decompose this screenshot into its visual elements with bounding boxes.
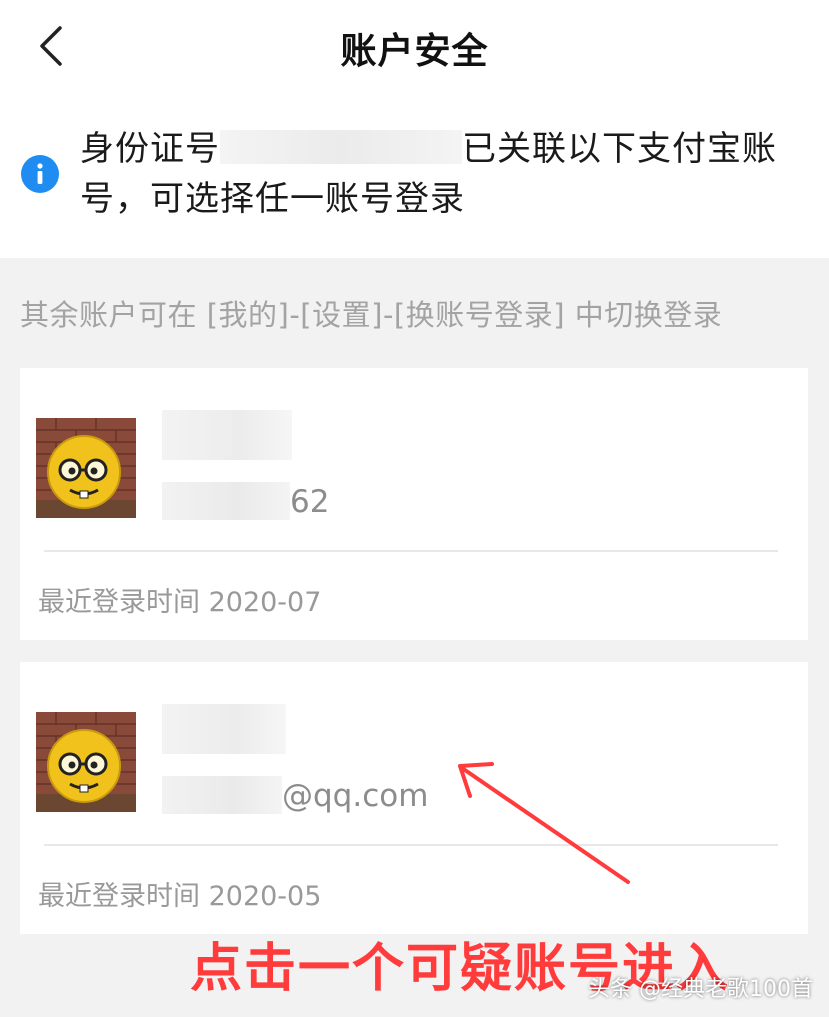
switch-account-hint: 其余账户可在 [我的]-[设置]-[换账号登录] 中切换登录 bbox=[20, 298, 723, 332]
notice-text: 身份证号 已关联以下支付宝账号，可选择任一账号登录 bbox=[80, 124, 805, 224]
account-card[interactable]: @qq.com 最近登录时间 2020-05 bbox=[20, 662, 808, 934]
redacted-account-id bbox=[162, 482, 290, 520]
account-card[interactable]: 62 最近登录时间 2020-07 bbox=[20, 368, 808, 640]
card-divider bbox=[44, 550, 778, 552]
arrow-annotation-icon bbox=[458, 762, 630, 884]
header-bar: 账户安全 bbox=[0, 0, 829, 100]
watermark: 头条 @经典老歌100首 bbox=[588, 977, 813, 1002]
redacted-account-name bbox=[162, 410, 292, 460]
redacted-id-number bbox=[220, 130, 462, 164]
card-divider bbox=[44, 844, 778, 846]
notice-banner: 身份证号 已关联以下支付宝账号，可选择任一账号登录 bbox=[0, 100, 829, 258]
avatar bbox=[36, 418, 136, 518]
last-login-time: 最近登录时间 2020-05 bbox=[38, 881, 322, 912]
redacted-account-id bbox=[162, 776, 282, 814]
page-title: 账户安全 bbox=[340, 31, 489, 72]
account-id: 62 bbox=[162, 480, 329, 524]
notice-prefix: 身份证号 bbox=[80, 129, 220, 169]
redacted-account-name bbox=[162, 704, 286, 754]
account-id-visible: @qq.com bbox=[282, 778, 429, 814]
avatar bbox=[36, 712, 136, 812]
account-id: @qq.com bbox=[162, 774, 428, 818]
info-icon bbox=[21, 155, 59, 193]
account-id-visible: 62 bbox=[290, 484, 330, 520]
last-login-time: 最近登录时间 2020-07 bbox=[38, 587, 322, 618]
